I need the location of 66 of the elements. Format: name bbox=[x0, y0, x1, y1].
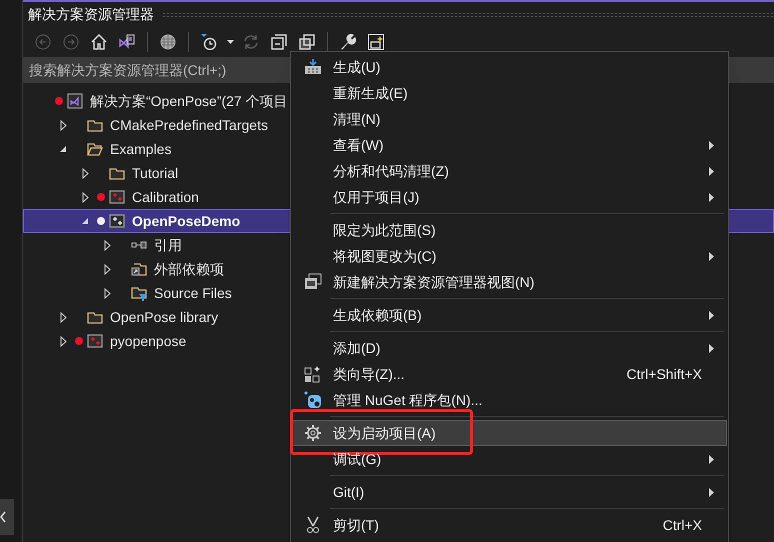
globe-icon bbox=[160, 34, 176, 50]
menu-item[interactable]: 清理(N) bbox=[292, 106, 727, 132]
menu-item[interactable]: 类向导(Z)... Ctrl+Shift+X bbox=[292, 361, 727, 387]
panel-title: 解决方案资源管理器 bbox=[28, 5, 154, 24]
copy-icon bbox=[299, 34, 315, 50]
tree-item-label[interactable]: 外部依赖项 bbox=[154, 258, 224, 280]
solution-switch-icon bbox=[119, 34, 135, 50]
tree-item-label[interactable]: Source Files bbox=[154, 282, 232, 304]
expanded-arrow-icon[interactable] bbox=[81, 217, 89, 225]
menu-item[interactable]: 剪切(T) Ctrl+X bbox=[292, 512, 727, 538]
menu-item[interactable]: 调试(G) bbox=[292, 446, 727, 472]
collapsed-arrow-icon[interactable] bbox=[104, 288, 110, 298]
collapsed-arrow-icon[interactable] bbox=[104, 240, 110, 250]
tree-item-label[interactable]: OpenPose library bbox=[110, 306, 218, 328]
menu-item[interactable]: 生成依赖项(B) bbox=[292, 302, 727, 328]
menu-item[interactable]: 仅用于项目(J) bbox=[292, 184, 727, 210]
tree-item-label[interactable]: pyopenpose bbox=[110, 330, 186, 352]
menu-item[interactable]: 将视图更改为(C) bbox=[292, 243, 727, 269]
solution-icon bbox=[67, 93, 83, 109]
project-icon bbox=[109, 213, 125, 229]
menu-item[interactable]: 重新生成(E) bbox=[292, 80, 727, 106]
collapsed-arrow-icon[interactable] bbox=[60, 336, 66, 346]
collapsed-arrow-icon[interactable] bbox=[60, 120, 66, 130]
build-icon bbox=[304, 58, 322, 76]
menu-item[interactable]: 设为启动项目(A) bbox=[292, 420, 727, 446]
settings-icon bbox=[304, 424, 322, 442]
menu-item[interactable]: 限定为此范围(S) bbox=[292, 217, 727, 243]
collapsed-arrow-icon[interactable] bbox=[82, 168, 88, 178]
clock-icon bbox=[201, 34, 217, 50]
caret-down-icon bbox=[226, 40, 234, 44]
wrench-icon bbox=[340, 34, 356, 50]
tree-item-label[interactable]: CMakePredefinedTargets bbox=[110, 114, 268, 136]
collapsed-arrow-icon[interactable] bbox=[82, 192, 88, 202]
window-stack-icon bbox=[304, 273, 322, 291]
back-icon bbox=[35, 34, 51, 50]
tree-item-label[interactable]: Calibration bbox=[132, 186, 199, 208]
external-files-icon bbox=[131, 261, 147, 277]
menu-item[interactable]: 添加(D) bbox=[292, 335, 727, 361]
home-icon bbox=[91, 34, 107, 50]
tree-item-label[interactable]: 引用 bbox=[154, 234, 182, 256]
menu-item[interactable]: Git(I) bbox=[292, 479, 727, 505]
tree-item-label[interactable]: OpenPoseDemo bbox=[132, 210, 240, 232]
class-wizard-icon bbox=[304, 365, 322, 383]
collapsed-arrow-icon[interactable] bbox=[60, 312, 66, 322]
menu-item[interactable]: 分析和代码清理(Z) bbox=[292, 158, 727, 184]
project-icon bbox=[109, 189, 125, 205]
menu-item[interactable]: 查看(W) bbox=[292, 132, 727, 158]
chevron-left-icon bbox=[0, 511, 6, 523]
open-folder-icon bbox=[87, 141, 103, 157]
refresh-icon bbox=[243, 34, 259, 50]
collapse-all-icon bbox=[271, 34, 287, 50]
preview-icon bbox=[368, 34, 384, 50]
project-icon bbox=[87, 333, 103, 349]
nuget-icon bbox=[304, 391, 322, 409]
expanded-arrow-icon[interactable] bbox=[59, 145, 67, 153]
forward-icon bbox=[63, 34, 79, 50]
tree-item-label[interactable]: Examples bbox=[110, 138, 172, 160]
scissors-icon bbox=[304, 516, 322, 534]
filter-folder-icon bbox=[131, 285, 147, 301]
menu-item[interactable]: 新建解决方案资源管理器视图(N) bbox=[292, 269, 727, 295]
menu-item[interactable]: 管理 NuGet 程序包(N)... bbox=[292, 387, 727, 413]
tree-item-label[interactable]: Tutorial bbox=[132, 162, 178, 184]
collapsed-tab[interactable] bbox=[0, 499, 14, 535]
menu-item[interactable]: 生成(U) bbox=[292, 54, 727, 80]
tree-item-label[interactable]: 解决方案“OpenPose”(27 个项目 bbox=[90, 90, 288, 112]
collapsed-arrow-icon[interactable] bbox=[104, 264, 110, 274]
